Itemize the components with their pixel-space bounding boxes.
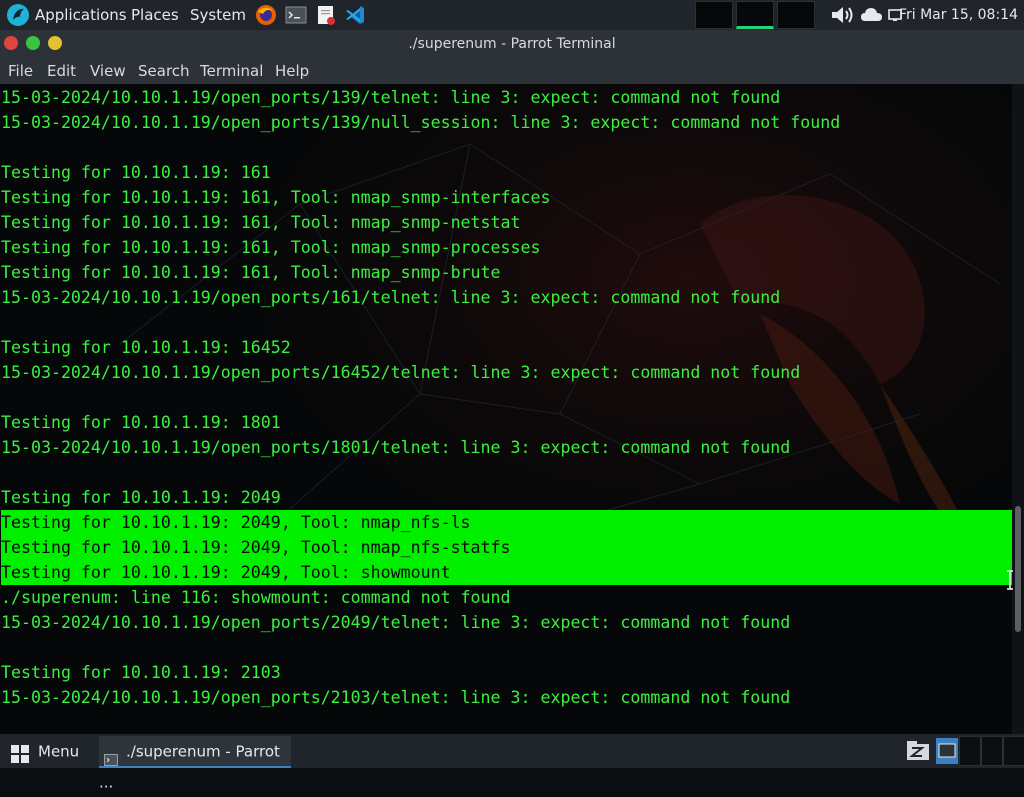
taskbar-terminal-button[interactable]: ./superenum - Parrot ... (99, 736, 291, 791)
terminal-line[interactable]: Testing for 10.10.1.19: 2049 (1, 485, 1012, 510)
terminal-line[interactable]: Testing for 10.10.1.19: 161, Tool: nmap_… (1, 260, 1012, 285)
menu-terminal[interactable]: Terminal (200, 58, 263, 84)
terminal-line[interactable]: 15-03-2024/10.10.1.19/open_ports/2049/te… (1, 610, 1012, 635)
terminal-line[interactable]: 15-03-2024/10.10.1.19/open_ports/1801/te… (1, 435, 1012, 460)
terminal-line[interactable]: 15-03-2024/10.10.1.19/open_ports/161/tel… (1, 285, 1012, 310)
terminal-line[interactable]: Testing for 10.10.1.19: 161 (1, 160, 1012, 185)
terminal-line[interactable] (1, 385, 1012, 410)
grid-icon (10, 742, 30, 763)
places-menu[interactable]: Places (131, 0, 179, 30)
terminal-line[interactable]: 15-03-2024/10.10.1.19/open_ports/139/tel… (1, 85, 1012, 110)
terminal-line[interactable]: Testing for 10.10.1.19: 16452 (1, 335, 1012, 360)
workspace-3[interactable] (777, 1, 815, 29)
firefox-icon[interactable] (255, 4, 277, 26)
terminal-line[interactable]: 15-03-2024/10.10.1.19/open_ports/2103/te… (1, 685, 1012, 710)
terminal-line[interactable]: Testing for 10.10.1.19: 2103 (1, 660, 1012, 685)
volume-icon[interactable] (830, 4, 856, 26)
terminal-line-selected[interactable]: Testing for 10.10.1.19: 2049, Tool: nmap… (1, 535, 1012, 560)
tray-workspace-2[interactable] (981, 736, 1003, 766)
menu-button[interactable]: Menu (10, 734, 79, 768)
bottom-panel: Menu ./superenum - Parrot ... (0, 734, 1024, 791)
window-title: ./superenum - Parrot Terminal (408, 36, 616, 52)
terminal-line-selected[interactable]: Testing for 10.10.1.19: 2049, Tool: nmap… (1, 510, 1012, 535)
terminal-view[interactable]: 15-03-2024/10.10.1.19/open_ports/139/tel… (0, 84, 1012, 734)
tray-workspace-3[interactable] (1003, 736, 1024, 766)
terminal-line[interactable]: Testing for 10.10.1.19: 161, Tool: nmap_… (1, 235, 1012, 260)
parrot-logo-icon[interactable] (6, 3, 30, 27)
workspace-1[interactable] (695, 1, 733, 29)
network-icon[interactable] (860, 6, 884, 24)
text-cursor-icon (1006, 570, 1014, 590)
window-titlebar[interactable]: ./superenum - Parrot Terminal (0, 30, 1024, 58)
terminal-line[interactable] (1, 310, 1012, 335)
tray-workspace-1[interactable] (959, 736, 981, 766)
terminal-line[interactable]: Testing for 10.10.1.19: 161, Tool: nmap_… (1, 185, 1012, 210)
scrollbar-thumb[interactable] (1015, 506, 1021, 632)
top-panel: Applications Places System Fri Mar 15, 0… (0, 0, 1024, 30)
terminal-line[interactable]: Testing for 10.10.1.19: 1801 (1, 410, 1012, 435)
terminal-line[interactable]: 15-03-2024/10.10.1.19/open_ports/139/nul… (1, 110, 1012, 135)
archive-manager-icon[interactable] (906, 740, 930, 762)
terminal-line[interactable] (1, 460, 1012, 485)
system-menu[interactable]: System (190, 0, 246, 30)
terminal-line[interactable]: 15-03-2024/10.10.1.19/open_ports/16452/t… (1, 360, 1012, 385)
applications-menu[interactable]: Applications (35, 0, 127, 30)
terminal-line[interactable] (1, 135, 1012, 160)
terminal-tray-icon[interactable] (936, 738, 958, 764)
terminal-output[interactable]: 15-03-2024/10.10.1.19/open_ports/139/tel… (1, 85, 1012, 710)
menu-help[interactable]: Help (275, 58, 309, 84)
terminal-icon (104, 746, 118, 766)
menu-edit[interactable]: Edit (47, 58, 76, 84)
menu-view[interactable]: View (90, 58, 126, 84)
terminal-line[interactable]: Testing for 10.10.1.19: 161, Tool: nmap_… (1, 210, 1012, 235)
terminal-scrollbar[interactable] (1012, 84, 1024, 734)
menu-button-label: Menu (38, 742, 80, 761)
terminal-line[interactable]: ./superenum: line 116: showmount: comman… (1, 585, 1012, 610)
terminal-line-selected[interactable]: Testing for 10.10.1.19: 2049, Tool: show… (1, 560, 1012, 585)
menu-bar: File Edit View Search Terminal Help (0, 58, 1024, 84)
vscode-icon[interactable] (344, 4, 366, 26)
taskbar-terminal-label: ./superenum - Parrot ... (99, 742, 280, 792)
menu-search[interactable]: Search (138, 58, 190, 84)
menu-file[interactable]: File (8, 58, 33, 84)
terminal-line[interactable] (1, 635, 1012, 660)
clock[interactable]: Fri Mar 15, 08:14 (899, 0, 1018, 30)
text-editor-icon[interactable] (315, 4, 337, 26)
workspace-2[interactable] (736, 1, 774, 29)
terminal-icon[interactable] (285, 4, 307, 26)
